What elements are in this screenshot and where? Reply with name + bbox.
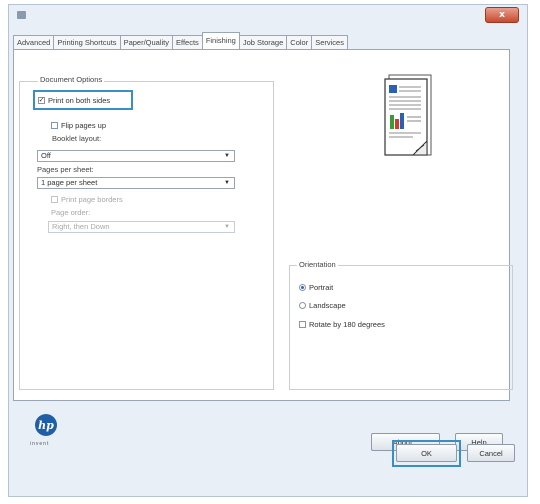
checkbox-box: [299, 321, 306, 328]
hp-logo-icon: hp: [35, 414, 57, 436]
dropdown-arrow-icon: ▼: [224, 180, 230, 186]
rotate-180-label: Rotate by 180 degrees: [309, 320, 385, 329]
landscape-radio[interactable]: Landscape: [299, 301, 346, 310]
pages-per-sheet-value: 1 page per sheet: [41, 178, 98, 187]
booklet-layout-label: Booklet layout:: [52, 134, 102, 143]
tab-color[interactable]: Color: [286, 35, 313, 49]
page-order-value: Right, then Down: [52, 222, 110, 231]
dropdown-arrow-icon: ▼: [224, 153, 230, 159]
tab-advanced[interactable]: Advanced: [13, 35, 55, 49]
tab-printing-shortcuts[interactable]: Printing Shortcuts: [53, 35, 121, 49]
ok-button[interactable]: OK: [396, 444, 457, 462]
cancel-button[interactable]: Cancel: [467, 444, 515, 462]
print-both-sides-checkbox[interactable]: ✓ Print on both sides: [38, 96, 110, 105]
close-button[interactable]: x: [485, 7, 519, 23]
landscape-label: Landscape: [309, 301, 346, 310]
booklet-layout-value: Off: [41, 151, 51, 160]
hp-logo-text: hp: [38, 418, 54, 432]
radio-dot: [299, 302, 306, 309]
booklet-layout-select[interactable]: Off ▼: [37, 150, 235, 162]
document-options-title: Document Options: [38, 75, 105, 84]
tab-services[interactable]: Services: [311, 35, 348, 49]
title-bar: x: [9, 5, 527, 29]
tab-effects[interactable]: Effects: [172, 35, 203, 49]
checkbox-box: [51, 122, 58, 129]
tab-job-storage[interactable]: Job Storage: [238, 35, 288, 49]
page-order-select[interactable]: Right, then Down ▼: [48, 221, 235, 233]
close-icon: x: [499, 10, 505, 20]
radio-dot: [299, 284, 306, 291]
pages-per-sheet-label: Pages per sheet:: [37, 165, 94, 174]
tab-strip: Advanced Printing Shortcuts Paper/Qualit…: [13, 32, 348, 49]
pages-per-sheet-select[interactable]: 1 page per sheet ▼: [37, 177, 235, 189]
checkbox-box: [51, 196, 58, 203]
tab-finishing[interactable]: Finishing: [201, 32, 240, 49]
document-preview-icon: [384, 74, 432, 156]
app-icon: [17, 11, 26, 19]
page-order-label: Page order:: [51, 208, 91, 217]
print-page-borders-label: Print page borders: [61, 195, 123, 204]
flip-pages-up-checkbox[interactable]: Flip pages up: [51, 121, 106, 130]
portrait-radio[interactable]: Portrait: [299, 283, 333, 292]
dropdown-arrow-icon: ▼: [224, 224, 230, 230]
checkmark-icon: ✓: [38, 97, 45, 104]
tab-paper-quality[interactable]: Paper/Quality: [119, 35, 174, 49]
print-page-borders-checkbox[interactable]: Print page borders: [51, 195, 123, 204]
flip-pages-up-label: Flip pages up: [61, 121, 107, 130]
hp-logo-caption: invent: [30, 441, 50, 447]
portrait-label: Portrait: [309, 283, 334, 292]
orientation-title: Orientation: [297, 260, 338, 269]
rotate-180-checkbox[interactable]: Rotate by 180 degrees: [299, 320, 385, 329]
print-both-sides-label: Print on both sides: [48, 96, 111, 105]
